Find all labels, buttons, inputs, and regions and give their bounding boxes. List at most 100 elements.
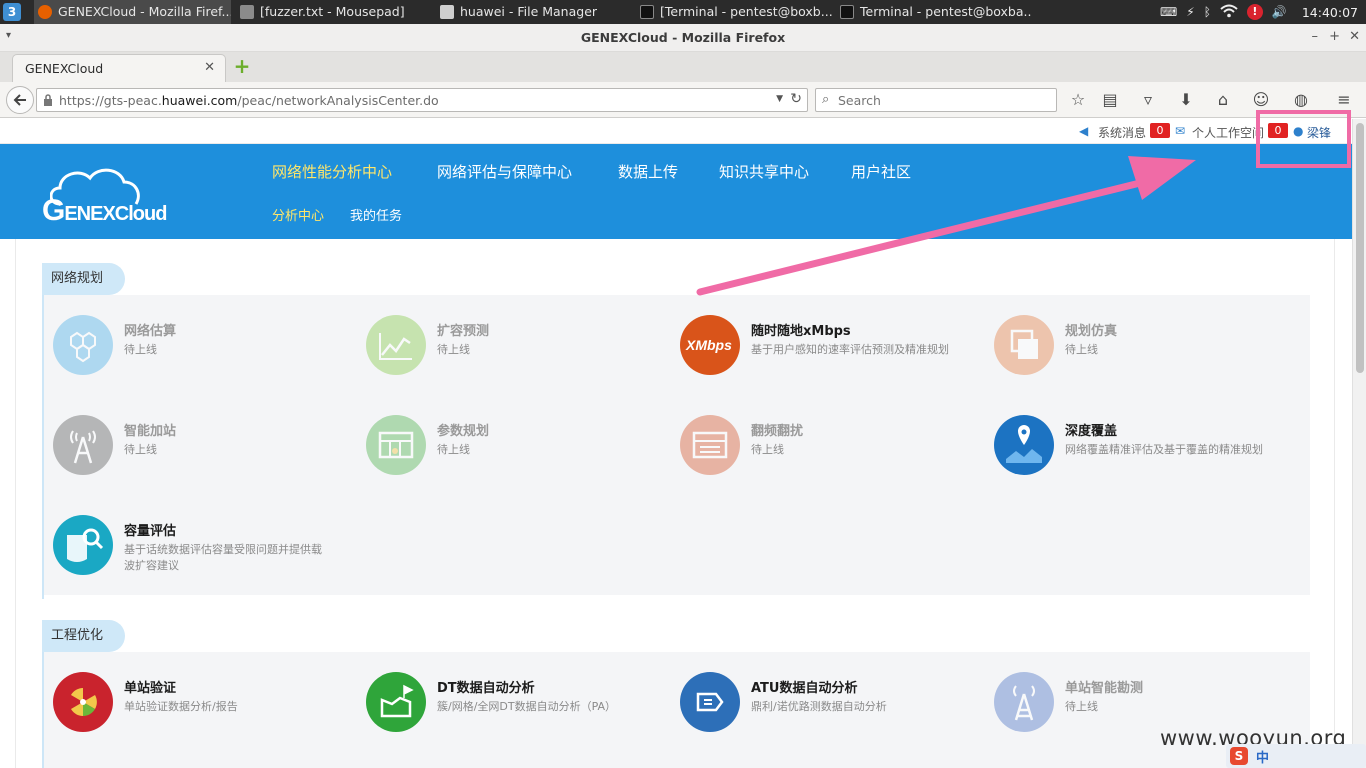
workspace-link[interactable]: 个人工作空间 [1192,124,1264,141]
parameter-grid-icon [366,415,426,475]
nav-knowledge-center[interactable]: 知识共享中心 [719,161,809,182]
card-capacity-forecast[interactable]: 扩容预测 待上线 [366,315,666,395]
download-icon[interactable]: ⬇ [1176,90,1196,110]
nav-performance-center[interactable]: 网络性能分析中心 [272,161,392,182]
taskbar-item-label: GENEXCloud - Mozilla Firef... [58,4,231,19]
radiation-icon [53,672,113,732]
card-atu-auto-analysis[interactable]: ATU数据自动分析 鼎利/诺优路测数据自动分析 [680,672,980,752]
system-messages-link[interactable]: 系统消息 [1098,124,1146,141]
ime-mode-label[interactable]: 中 [1256,747,1269,766]
card-xmbps[interactable]: XMbps 随时随地xMbps 基于用户感知的速率评估预测及精准规划 [680,315,980,395]
new-tab-icon[interactable]: + [232,56,252,76]
os-taskbar: 3 GENEXCloud - Mozilla Firef... [fuzzer.… [0,0,1366,24]
page-scrollbar[interactable] [1352,119,1366,768]
chat-icon[interactable]: ☺ [1251,90,1271,110]
card-description: 单站验证数据分析/报告 [124,700,238,713]
xmbps-icon: XMbps [680,315,740,375]
subnav-analysis-center[interactable]: 分析中心 [272,205,324,224]
search-input[interactable] [838,91,1048,109]
section-panel-network-planning: 网络估算 待上线 扩容预测 待上线 XMbps 随时随地xMbps 基于用户感知… [44,295,1310,595]
start-menu-button[interactable]: 3 [3,3,21,21]
window-title: GENEXCloud - Mozilla Firefox [580,30,786,45]
taskbar-item-mousepad[interactable]: [fuzzer.txt - Mousepad] [236,0,432,24]
input-method-bar[interactable]: S 中 [1226,744,1366,768]
reading-list-icon[interactable]: ▤ [1100,90,1120,110]
card-description: 网络覆盖精准评估及基于覆盖的精准规划 [1065,443,1263,456]
card-description: 待上线 [1065,343,1098,356]
card-network-estimate[interactable]: 网络估算 待上线 [53,315,353,395]
line-trend-icon [366,315,426,375]
card-capacity-assessment[interactable]: 容量评估 基于话统数据评估容量受限问题并提供载波扩容建议 [53,515,353,595]
card-title: 智能加站 [124,424,177,439]
subnav-my-tasks[interactable]: 我的任务 [350,205,402,224]
close-window-icon[interactable]: ✕ [1349,29,1360,44]
keyboard-icon[interactable]: ⌨ [1160,5,1177,19]
tab-title: GENEXCloud [25,61,104,76]
card-dt-auto-analysis[interactable]: DT数据自动分析 簇/网格/全网DT数据自动分析（PA） [366,672,666,752]
menu-hamburger-icon[interactable]: ≡ [1334,90,1354,110]
folder-icon [440,5,454,19]
globe-icon[interactable]: ◍ [1291,90,1311,110]
tab-genexcloud[interactable]: GENEXCloud ✕ [12,54,226,82]
card-frequency-reframing[interactable]: 翻频翻扰 待上线 [680,415,980,495]
nav-data-upload[interactable]: 数据上传 [618,161,678,182]
window-titlebar: ▾ GENEXCloud - Mozilla Firefox – + ✕ [0,24,1366,52]
back-button[interactable] [6,86,34,114]
card-single-site-verification[interactable]: 单站验证 单站验证数据分析/报告 [53,672,353,752]
maximize-icon[interactable]: + [1329,29,1340,44]
home-icon[interactable]: ⌂ [1213,90,1233,110]
card-title: 容量评估 [124,524,177,539]
svg-text:XMbps: XMbps [685,337,732,353]
dt-flag-icon [366,672,426,732]
card-title: 深度覆盖 [1065,424,1118,439]
card-title: 单站智能勘测 [1065,681,1144,696]
search-bar[interactable]: ⌕ [815,88,1057,112]
mail-icon: ✉ [1175,124,1186,138]
update-alert-icon[interactable]: ! [1246,4,1263,20]
lock-icon[interactable] [43,94,53,106]
taskbar-item-label: huawei - File Manager [460,4,598,19]
card-title: 随时随地xMbps [751,324,851,339]
bookmark-star-icon[interactable]: ☆ [1068,90,1088,110]
reload-icon[interactable]: ↻ [790,91,802,107]
frequency-table-icon [680,415,740,475]
card-title: DT数据自动分析 [437,681,535,696]
section-title-network-planning: 网络规划 [42,263,126,295]
volume-icon[interactable]: 🔊 [1272,5,1287,19]
card-smart-site-add[interactable]: 智能加站 待上线 [53,415,353,495]
genexcloud-logo[interactable]: GENEXCloud [42,166,202,228]
taskbar-item-terminal-1[interactable]: [Terminal - pentest@boxb... [636,0,832,24]
clock[interactable]: 14:40:07 [1302,5,1358,20]
card-description: 基于用户感知的速率评估预测及精准规划 [751,343,949,356]
url-text: https://gts-peac.huawei.com/peac/network… [59,93,439,108]
card-title: 参数规划 [437,424,490,439]
card-planning-simulation[interactable]: 规划仿真 待上线 [994,315,1294,395]
taskbar-item-firefox[interactable]: GENEXCloud - Mozilla Firef... [34,0,231,24]
nav-assurance-center[interactable]: 网络评估与保障中心 [437,161,572,182]
power-icon[interactable]: ⚡ [1186,5,1194,19]
card-description: 待上线 [437,443,470,456]
card-parameter-planning[interactable]: 参数规划 待上线 [366,415,666,495]
user-top-strip: ◀ 系统消息 0 ✉ 个人工作空间 0 ● 梁锋 [0,119,1352,144]
pocket-icon[interactable]: ▿ [1138,90,1158,110]
text-editor-icon [240,5,254,19]
taskbar-item-file-manager[interactable]: huawei - File Manager [436,0,632,24]
web-page: ◀ 系统消息 0 ✉ 个人工作空间 0 ● 梁锋 GENEXCloud 网络性能… [0,119,1352,768]
scrollbar-thumb[interactable] [1356,123,1364,373]
nav-user-community[interactable]: 用户社区 [851,161,911,182]
card-deep-coverage[interactable]: 深度覆盖 网络覆盖精准评估及基于覆盖的精准规划 [994,415,1294,495]
annotation-highlight-box [1256,110,1351,168]
card-description: 基于话统数据评估容量受限问题并提供载波扩容建议 [124,543,322,572]
minimize-icon[interactable]: – [1312,29,1319,44]
url-bar[interactable]: https://gts-peac.huawei.com/peac/network… [36,88,808,112]
taskbar-item-terminal-2[interactable]: Terminal - pentest@boxba... [836,0,1032,24]
hexagon-network-icon [53,315,113,375]
taskbar-item-label: Terminal - pentest@boxba... [860,4,1032,19]
wifi-icon[interactable] [1220,4,1238,21]
bluetooth-icon[interactable]: ᛒ [1204,5,1211,19]
card-title: 规划仿真 [1065,324,1118,339]
taskbar-item-label: [fuzzer.txt - Mousepad] [260,4,405,19]
terminal-icon [640,5,654,19]
close-tab-icon[interactable]: ✕ [204,60,215,75]
history-dropdown-icon[interactable]: ▼ [776,94,783,104]
